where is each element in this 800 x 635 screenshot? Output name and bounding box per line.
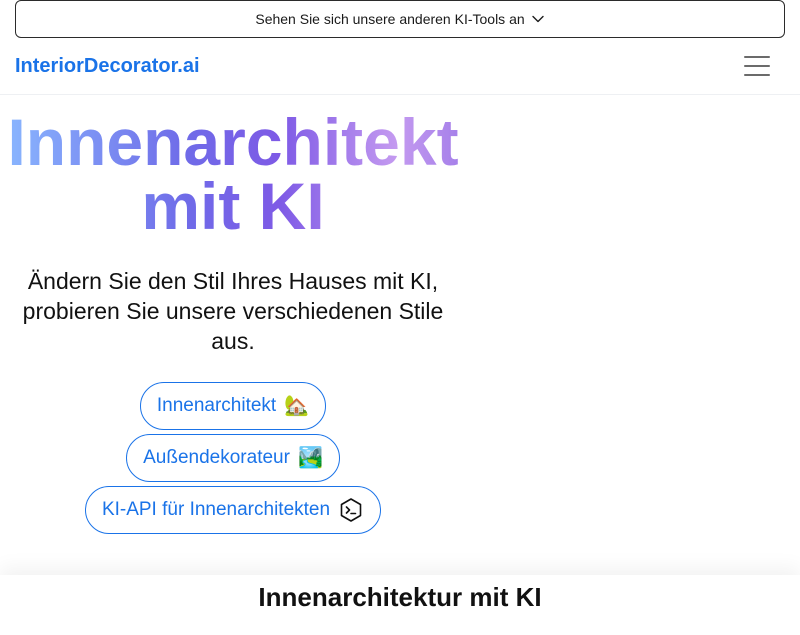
hamburger-line (744, 65, 770, 67)
other-ai-tools-button[interactable]: Sehen Sie sich unsere anderen KI-Tools a… (15, 0, 785, 38)
interior-designer-label: Innenarchitekt (156, 395, 277, 416)
chevron-down-icon (531, 12, 545, 26)
hero-subtitle: Ändern Sie den Stil Ihres Hauses mit KI,… (22, 268, 444, 354)
section-heading: Innenarchitektur mit KI (258, 582, 542, 612)
park-flowers-icon: 🏞️ (297, 447, 323, 469)
hero-title-line1: Innenarchitekt (7, 105, 459, 179)
exterior-decorator-button[interactable]: Außendekorateur 🏞️ (126, 434, 340, 482)
ai-api-label: KI-API für Innenarchitekten (101, 499, 331, 520)
hero-section: Innenarchitekt mit KI Ändern Sie den Sti… (0, 110, 466, 534)
ai-api-button[interactable]: KI-API für Innenarchitekten (84, 486, 382, 534)
hamburger-menu-icon[interactable] (729, 46, 785, 86)
interior-designer-button[interactable]: Innenarchitekt 🏡 (139, 382, 327, 430)
hero-title-line2: mit KI (141, 169, 325, 243)
house-garden-icon: 🏡 (284, 395, 310, 417)
hero-title: Innenarchitekt mit KI (0, 110, 466, 238)
hamburger-line (744, 56, 770, 58)
brand-logo-link[interactable]: InteriorDecorator.ai (15, 55, 200, 78)
other-ai-tools-label: Sehen Sie sich unsere anderen KI-Tools a… (255, 11, 525, 27)
terminal-icon (338, 497, 364, 523)
exterior-decorator-label: Außendekorateur (143, 447, 290, 468)
cta-group: Innenarchitekt 🏡 Außendekorateur 🏞️ KI-A… (0, 382, 466, 534)
hamburger-line (744, 74, 770, 76)
navbar: InteriorDecorator.ai (0, 38, 800, 95)
